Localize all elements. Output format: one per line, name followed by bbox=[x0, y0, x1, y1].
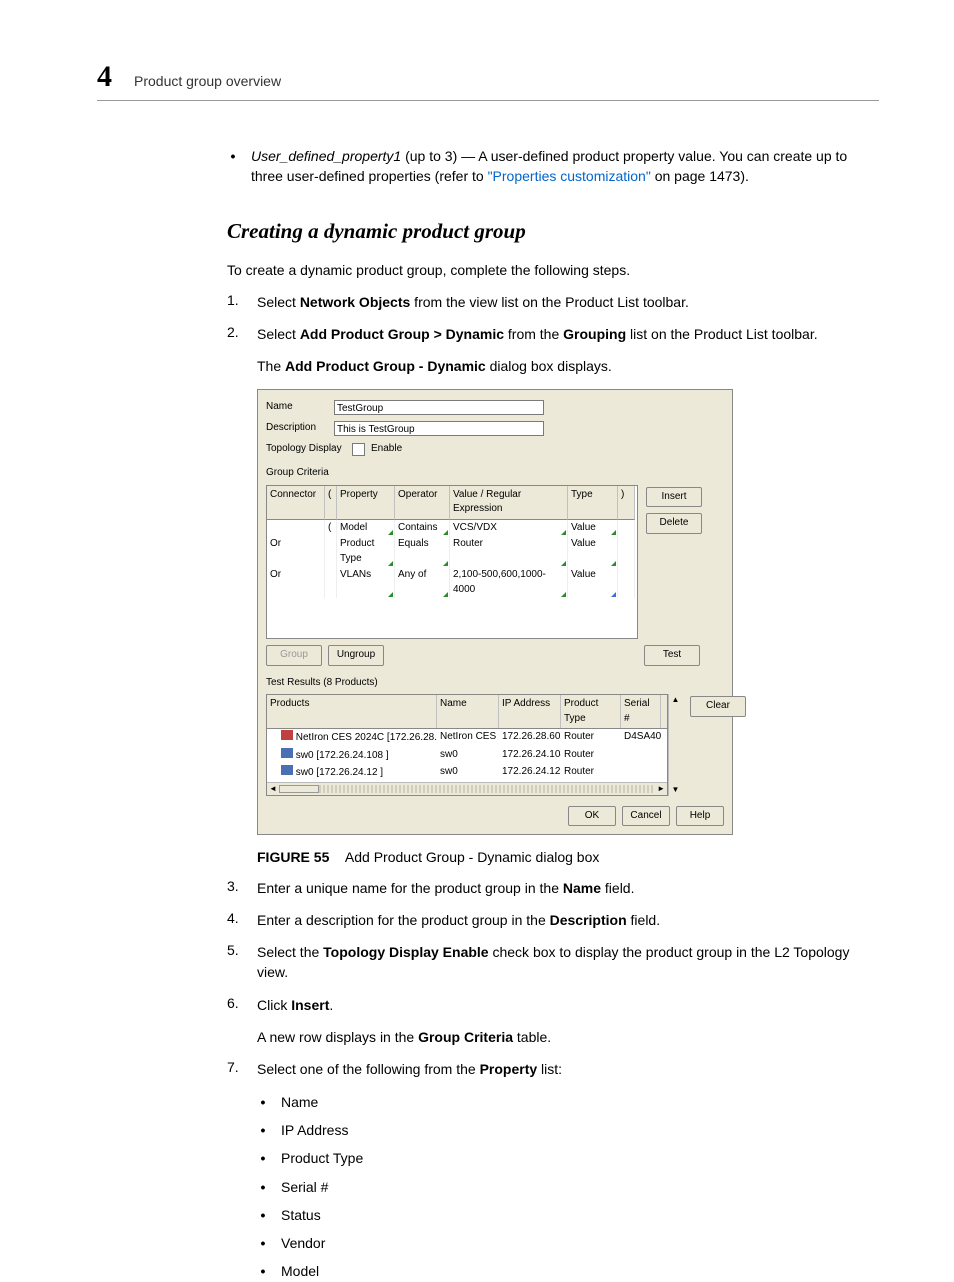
horizontal-scrollbar[interactable]: ◄ ► bbox=[267, 782, 667, 795]
list-item: •IP Address bbox=[257, 1120, 879, 1140]
list-item: • User_defined_property1 (up to 3) — A u… bbox=[227, 146, 879, 187]
table-row[interactable]: sw0 [172.26.24.108 ]sw0172.26.24.108Rout… bbox=[267, 747, 667, 765]
description-label: Description bbox=[266, 421, 328, 436]
bullet-text: User_defined_property1 (up to 3) — A use… bbox=[251, 146, 879, 187]
criteria-table[interactable]: Connector ( Property Operator Value / Re… bbox=[266, 485, 638, 640]
help-button[interactable]: Help bbox=[676, 806, 724, 827]
insert-button[interactable]: Insert bbox=[646, 487, 702, 508]
scroll-down-icon[interactable]: ▼ bbox=[672, 784, 680, 796]
bullet-icon: • bbox=[257, 1233, 269, 1253]
step-2: 2. Select Add Product Group > Dynamic fr… bbox=[227, 324, 879, 344]
list-item: •Vendor bbox=[257, 1233, 879, 1253]
section-heading: Creating a dynamic product group bbox=[227, 219, 879, 244]
clear-button[interactable]: Clear bbox=[690, 696, 746, 717]
ungroup-button[interactable]: Ungroup bbox=[328, 645, 384, 666]
scroll-up-icon[interactable]: ▲ bbox=[672, 694, 680, 706]
description-field[interactable]: This is TestGroup bbox=[334, 421, 544, 436]
lead-paragraph: To create a dynamic product group, compl… bbox=[227, 260, 879, 280]
scroll-left-icon[interactable]: ◄ bbox=[269, 783, 277, 795]
bullet-icon: • bbox=[257, 1092, 269, 1112]
list-item: •Model bbox=[257, 1261, 879, 1281]
test-button[interactable]: Test bbox=[644, 645, 700, 666]
ok-button[interactable]: OK bbox=[568, 806, 616, 827]
list-item: •Serial # bbox=[257, 1177, 879, 1197]
chapter-number: 4 bbox=[97, 60, 112, 94]
list-item: •Product Type bbox=[257, 1148, 879, 1168]
step-1: 1. Select Network Objects from the view … bbox=[227, 292, 879, 312]
delete-button[interactable]: Delete bbox=[646, 513, 702, 534]
group-criteria-label: Group Criteria bbox=[266, 466, 724, 481]
table-row[interactable]: OrProduct TypeEqualsRouterValue bbox=[267, 536, 637, 567]
step-6-sub: A new row displays in the Group Criteria… bbox=[257, 1027, 879, 1047]
name-field[interactable]: TestGroup bbox=[334, 400, 544, 415]
products-tree-header: Products bbox=[267, 695, 437, 728]
table-row[interactable]: NetIron CES 2024C [172.26.28.60]NetIron … bbox=[267, 729, 667, 747]
list-item: •Name bbox=[257, 1092, 879, 1112]
table-row[interactable]: OrVLANsAny of2,100-500,600,1000-4000Valu… bbox=[267, 567, 637, 598]
bullet-icon: • bbox=[257, 1205, 269, 1225]
list-item: •Status bbox=[257, 1205, 879, 1225]
topology-label: Topology Display bbox=[266, 442, 346, 457]
cancel-button[interactable]: Cancel bbox=[622, 806, 670, 827]
enable-label: Enable bbox=[371, 442, 402, 457]
figure-caption: FIGURE 55 Add Product Group - Dynamic di… bbox=[257, 847, 879, 867]
header-title: Product group overview bbox=[134, 73, 281, 89]
step-7: 7. Select one of the following from the … bbox=[227, 1059, 879, 1079]
step-3: 3. Enter a unique name for the product g… bbox=[227, 878, 879, 898]
enable-checkbox[interactable] bbox=[352, 443, 365, 456]
properties-customization-link[interactable]: "Properties customization" bbox=[488, 168, 651, 184]
step-4: 4. Enter a description for the product g… bbox=[227, 910, 879, 930]
bullet-icon: • bbox=[257, 1148, 269, 1168]
table-row[interactable]: sw0 [172.26.24.12 ]sw0172.26.24.12Router bbox=[267, 764, 667, 782]
test-results-label: Test Results (8 Products) bbox=[266, 676, 724, 691]
bullet-icon: • bbox=[257, 1177, 269, 1197]
step-6: 6. Click Insert. bbox=[227, 995, 879, 1015]
step-5: 5. Select the Topology Display Enable ch… bbox=[227, 942, 879, 983]
device-icon bbox=[281, 730, 293, 740]
device-icon bbox=[281, 748, 293, 758]
group-button[interactable]: Group bbox=[266, 645, 322, 666]
device-icon bbox=[281, 765, 293, 775]
name-label: Name bbox=[266, 400, 328, 415]
page-header: 4 Product group overview bbox=[97, 60, 879, 101]
bullet-icon: • bbox=[257, 1261, 269, 1281]
scroll-right-icon[interactable]: ► bbox=[657, 783, 665, 795]
add-product-group-dialog: Name TestGroup Description This is TestG… bbox=[257, 389, 733, 836]
vertical-scrollbar[interactable]: ▲ ▼ bbox=[668, 694, 682, 796]
table-row[interactable]: (ModelContainsVCS/VDXValue bbox=[267, 520, 637, 537]
bullet-icon: • bbox=[257, 1120, 269, 1140]
step-2-sub: The Add Product Group - Dynamic dialog b… bbox=[257, 356, 879, 376]
test-results-table[interactable]: Products Name IP Address Product Type Se… bbox=[266, 694, 668, 796]
bullet-icon: • bbox=[227, 146, 239, 187]
